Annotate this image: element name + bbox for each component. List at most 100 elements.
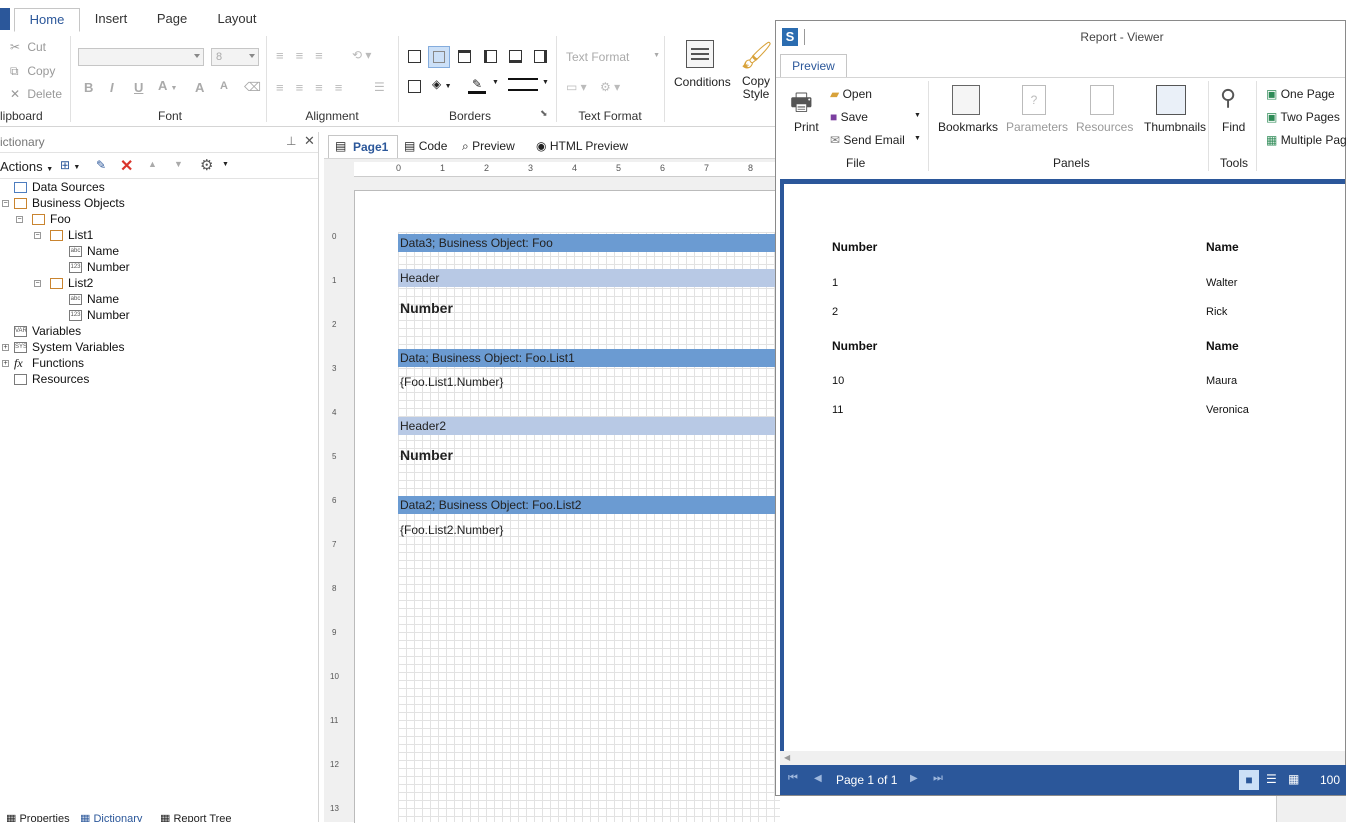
tree-item-list2-number[interactable]: 123 Number	[69, 308, 130, 322]
horizontal-align-icons[interactable]: ≡≡≡≡	[276, 80, 354, 95]
last-page-icon[interactable]: ⏭	[933, 772, 943, 785]
print-button[interactable]: Print	[794, 120, 819, 134]
file-menu-button[interactable]	[0, 8, 10, 30]
band-data2[interactable]: Data2; Business Object: Foo.List2	[398, 496, 775, 514]
tree-item-foo[interactable]: Foo	[32, 212, 71, 226]
right-border-icon[interactable]	[534, 50, 547, 63]
collapse-icon[interactable]: −	[16, 216, 23, 223]
tree-item-list2[interactable]: List2	[50, 276, 93, 290]
italic-button[interactable]: I	[110, 80, 114, 95]
tree-item-resources[interactable]: Resources	[14, 372, 89, 386]
find-button[interactable]: Find	[1222, 120, 1245, 134]
bold-button[interactable]: B	[84, 80, 93, 95]
copy-style-button[interactable]: Copy Style	[736, 75, 776, 101]
move-up-icon[interactable]: ▲	[148, 159, 157, 169]
underline-button[interactable]: U	[134, 80, 143, 95]
horizontal-scrollbar[interactable]: ◀	[780, 751, 1345, 765]
tab-page1[interactable]: ▤ Page1	[328, 135, 398, 158]
border-settings-icon[interactable]	[408, 80, 421, 93]
band-data3[interactable]: Data3; Business Object: Foo	[398, 234, 775, 252]
tree-item-list1[interactable]: List1	[50, 228, 93, 242]
tree-item-list2-name[interactable]: abc Name	[69, 292, 119, 306]
font-color-button[interactable]: A ▼	[158, 78, 177, 93]
copy-button[interactable]: ⧉ Copy	[10, 64, 55, 79]
conditions-icon[interactable]	[686, 40, 714, 68]
one-page-button[interactable]: ▣ One Page	[1266, 87, 1335, 101]
chevron-down-icon[interactable]: ▼	[914, 135, 921, 142]
new-item-icon[interactable]: ⊞ ▼	[60, 158, 80, 172]
tab-dictionary[interactable]: ▦ Dictionary	[80, 812, 142, 822]
bookmarks-icon[interactable]	[952, 85, 980, 115]
top-border-icon[interactable]	[458, 50, 471, 63]
format-options-icon[interactable]: ⚙ ▾	[600, 80, 620, 94]
close-icon[interactable]: ✕	[304, 133, 315, 149]
tab-properties[interactable]: ▦ Properties	[6, 812, 70, 822]
edit-icon[interactable]: ✎	[96, 158, 106, 172]
no-border-button[interactable]	[428, 46, 450, 68]
chevron-down-icon[interactable]: ▼	[222, 161, 229, 168]
data-field-text[interactable]: {Foo.List1.Number}	[400, 375, 503, 389]
chevron-down-icon[interactable]: ▼	[542, 79, 549, 86]
format-icon[interactable]: ▭ ▾	[566, 80, 587, 94]
scroll-left-icon[interactable]: ◀	[784, 753, 790, 762]
header2-number-text[interactable]: Number	[400, 447, 453, 463]
tree-item-system-variables[interactable]: SYS System Variables	[14, 340, 124, 354]
delete-button[interactable]: ✕ Delete	[10, 87, 62, 101]
border-style-icon[interactable]	[508, 78, 538, 91]
thumbnails-icon[interactable]	[1156, 85, 1186, 115]
chevron-down-icon[interactable]: ▼	[914, 112, 921, 119]
chevron-down-icon[interactable]: ▼	[492, 79, 499, 86]
collapse-icon[interactable]: −	[34, 280, 41, 287]
shrink-font-button[interactable]: A	[220, 80, 228, 92]
clear-format-icon[interactable]: ⌫	[244, 80, 261, 94]
rotate-icon[interactable]: ⟲ ▾	[352, 48, 371, 62]
tab-insert[interactable]: Insert	[84, 8, 138, 32]
tree-item-data-sources[interactable]: Data Sources	[14, 180, 105, 194]
parameters-button[interactable]: Parameters	[1006, 120, 1068, 134]
next-page-icon[interactable]: ▶	[910, 773, 918, 784]
parameters-icon[interactable]: ?	[1022, 85, 1046, 115]
brush-icon[interactable]: 🖌	[740, 40, 773, 71]
send-email-button[interactable]: ✉ Send Email	[830, 133, 905, 147]
tree-item-list1-number[interactable]: 123 Number	[69, 260, 130, 274]
band-data[interactable]: Data; Business Object: Foo.List1	[398, 349, 775, 367]
single-page-view-icon[interactable]: ■	[1239, 770, 1259, 790]
tree-item-variables[interactable]: VAR Variables	[14, 324, 81, 338]
collapse-icon[interactable]: −	[34, 232, 41, 239]
bottom-border-icon[interactable]	[509, 50, 522, 63]
tree-item-functions[interactable]: fx Functions	[14, 356, 84, 371]
tab-code[interactable]: ▤ Code	[404, 139, 447, 153]
header-number-text[interactable]: Number	[400, 300, 453, 316]
border-color-icon[interactable]: ✎	[468, 77, 486, 94]
tree-item-business-objects[interactable]: Business Objects	[14, 196, 125, 210]
first-page-icon[interactable]: ⏮	[788, 772, 798, 785]
open-button[interactable]: ▰ Open	[830, 87, 872, 101]
pin-icon[interactable]: ⊥	[286, 134, 296, 148]
move-down-icon[interactable]: ▼	[174, 159, 183, 169]
thumbnails-button[interactable]: Thumbnails	[1144, 120, 1206, 134]
expand-icon[interactable]: +	[2, 360, 9, 367]
grow-font-button[interactable]: A	[195, 80, 204, 95]
continuous-view-icon[interactable]: ☰	[1266, 772, 1277, 786]
band-header2[interactable]: Header2	[398, 417, 775, 435]
tab-report-tree[interactable]: ▦ Report Tree	[160, 812, 232, 822]
all-borders-icon[interactable]	[408, 50, 421, 63]
font-size-combo[interactable]: 8	[211, 48, 259, 66]
tab-preview-viewer[interactable]: Preview	[780, 54, 847, 78]
two-pages-button[interactable]: ▣ Two Pages	[1266, 110, 1340, 124]
delete-icon[interactable]: ✕	[120, 156, 133, 176]
binoculars-icon[interactable]: ⚲	[1220, 85, 1236, 111]
word-wrap-icon[interactable]: ☰	[374, 80, 385, 94]
tab-layout[interactable]: Layout	[208, 8, 266, 32]
expand-icon[interactable]: +	[2, 344, 9, 351]
previous-page-icon[interactable]: ◀	[814, 773, 822, 784]
fill-color-icon[interactable]: ◈ ▼	[432, 77, 452, 91]
collapse-icon[interactable]: −	[2, 200, 9, 207]
tree-item-list1-name[interactable]: abc Name	[69, 244, 119, 258]
band-header[interactable]: Header	[398, 269, 775, 287]
tab-preview[interactable]: ⌕ Preview	[462, 139, 515, 154]
tab-html-preview[interactable]: ◉ HTML Preview	[536, 139, 628, 153]
report-preview-page[interactable]: Number Name 1 Walter 2 Rick Number Name …	[784, 184, 1345, 751]
data2-field-text[interactable]: {Foo.List2.Number}	[400, 523, 503, 537]
multiple-pages-button[interactable]: ▦ Multiple Pag	[1266, 133, 1346, 147]
